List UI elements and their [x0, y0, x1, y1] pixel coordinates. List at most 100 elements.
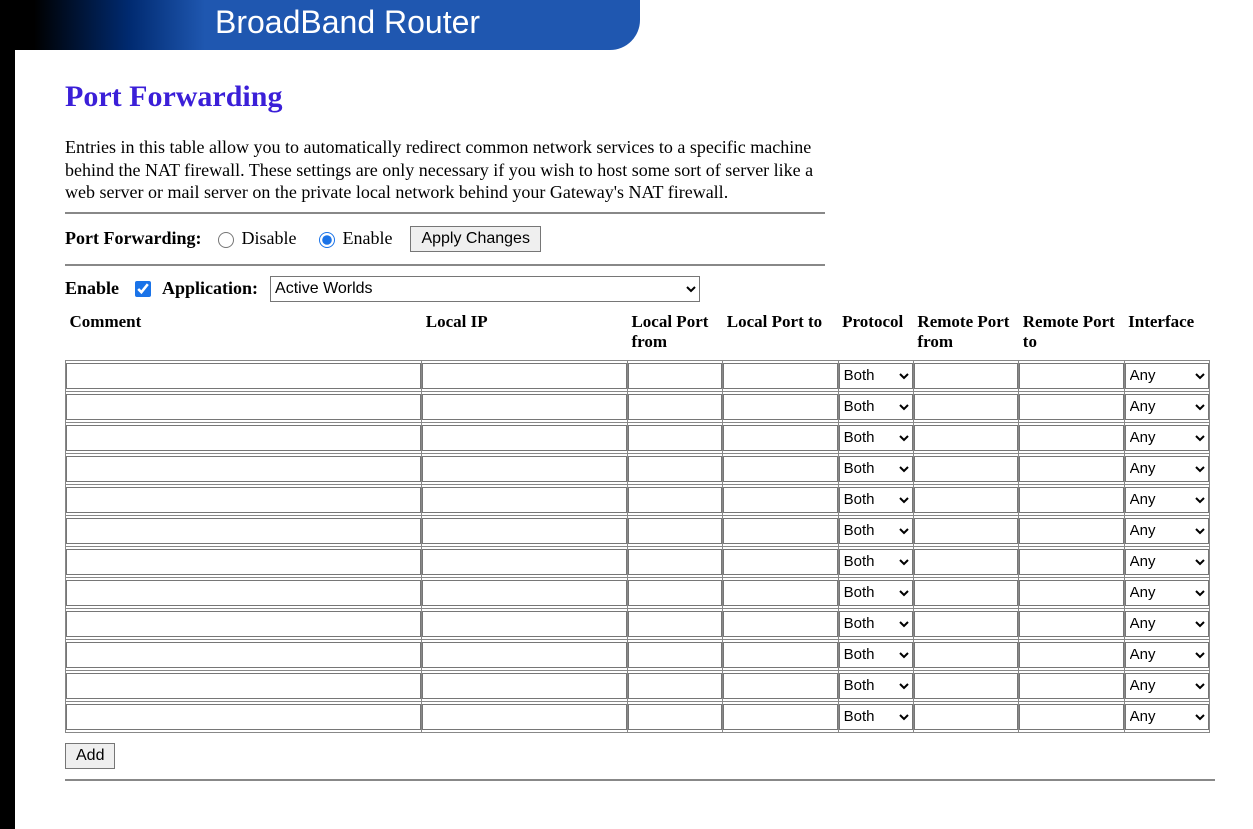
local-port-from-input[interactable]: [628, 518, 722, 544]
remote-port-from-input[interactable]: [914, 611, 1018, 637]
local-port-from-input[interactable]: [628, 549, 722, 575]
interface-select[interactable]: Any: [1125, 394, 1209, 420]
local-port-to-input[interactable]: [723, 487, 837, 513]
remote-port-to-input[interactable]: [1019, 673, 1123, 699]
local-ip-input[interactable]: [422, 425, 627, 451]
remote-port-from-input[interactable]: [914, 456, 1018, 482]
local-ip-input[interactable]: [422, 611, 627, 637]
interface-select[interactable]: Any: [1125, 487, 1209, 513]
local-ip-input[interactable]: [422, 642, 627, 668]
local-port-from-input[interactable]: [628, 673, 722, 699]
local-ip-input[interactable]: [422, 456, 627, 482]
comment-input[interactable]: [66, 549, 421, 575]
comment-input[interactable]: [66, 487, 421, 513]
protocol-select[interactable]: Both: [839, 704, 913, 730]
remote-port-to-input[interactable]: [1019, 487, 1123, 513]
local-port-from-input[interactable]: [628, 425, 722, 451]
local-port-to-input[interactable]: [723, 704, 837, 730]
local-port-to-input[interactable]: [723, 611, 837, 637]
remote-port-from-input[interactable]: [914, 642, 1018, 668]
comment-input[interactable]: [66, 518, 421, 544]
local-port-from-input[interactable]: [628, 394, 722, 420]
comment-input[interactable]: [66, 704, 421, 730]
local-ip-input[interactable]: [422, 394, 627, 420]
protocol-select[interactable]: Both: [839, 580, 913, 606]
protocol-select[interactable]: Both: [839, 456, 913, 482]
local-ip-input[interactable]: [422, 518, 627, 544]
local-port-to-input[interactable]: [723, 425, 837, 451]
interface-select[interactable]: Any: [1125, 456, 1209, 482]
local-ip-input[interactable]: [422, 549, 627, 575]
local-port-from-input[interactable]: [628, 704, 722, 730]
local-ip-input[interactable]: [422, 673, 627, 699]
remote-port-to-input[interactable]: [1019, 394, 1123, 420]
local-port-from-input[interactable]: [628, 456, 722, 482]
local-ip-input[interactable]: [422, 363, 627, 389]
remote-port-to-input[interactable]: [1019, 704, 1123, 730]
enable-radio-group[interactable]: Enable: [314, 228, 392, 249]
disable-radio[interactable]: [218, 232, 234, 248]
protocol-select[interactable]: Both: [839, 642, 913, 668]
remote-port-from-input[interactable]: [914, 673, 1018, 699]
comment-input[interactable]: [66, 642, 421, 668]
protocol-select[interactable]: Both: [839, 425, 913, 451]
remote-port-to-input[interactable]: [1019, 642, 1123, 668]
local-ip-input[interactable]: [422, 487, 627, 513]
remote-port-to-input[interactable]: [1019, 425, 1123, 451]
add-button[interactable]: Add: [65, 743, 115, 769]
interface-select[interactable]: Any: [1125, 518, 1209, 544]
remote-port-to-input[interactable]: [1019, 580, 1123, 606]
interface-select[interactable]: Any: [1125, 363, 1209, 389]
comment-input[interactable]: [66, 673, 421, 699]
comment-input[interactable]: [66, 394, 421, 420]
remote-port-from-input[interactable]: [914, 549, 1018, 575]
remote-port-from-input[interactable]: [914, 487, 1018, 513]
apply-changes-button[interactable]: Apply Changes: [410, 226, 541, 252]
enable-radio[interactable]: [319, 232, 335, 248]
interface-select[interactable]: Any: [1125, 673, 1209, 699]
protocol-select[interactable]: Both: [839, 487, 913, 513]
remote-port-to-input[interactable]: [1019, 363, 1123, 389]
local-port-from-input[interactable]: [628, 642, 722, 668]
interface-select[interactable]: Any: [1125, 580, 1209, 606]
enable-checkbox[interactable]: [135, 281, 151, 297]
remote-port-to-input[interactable]: [1019, 518, 1123, 544]
local-port-to-input[interactable]: [723, 363, 837, 389]
comment-input[interactable]: [66, 611, 421, 637]
local-port-to-input[interactable]: [723, 518, 837, 544]
interface-select[interactable]: Any: [1125, 425, 1209, 451]
remote-port-from-input[interactable]: [914, 363, 1018, 389]
local-port-from-input[interactable]: [628, 580, 722, 606]
protocol-select[interactable]: Both: [839, 549, 913, 575]
remote-port-from-input[interactable]: [914, 518, 1018, 544]
protocol-select[interactable]: Both: [839, 518, 913, 544]
local-port-to-input[interactable]: [723, 549, 837, 575]
protocol-select[interactable]: Both: [839, 363, 913, 389]
local-port-to-input[interactable]: [723, 394, 837, 420]
local-port-from-input[interactable]: [628, 363, 722, 389]
local-port-to-input[interactable]: [723, 456, 837, 482]
disable-radio-group[interactable]: Disable: [213, 228, 296, 249]
remote-port-from-input[interactable]: [914, 580, 1018, 606]
local-ip-input[interactable]: [422, 704, 627, 730]
protocol-select[interactable]: Both: [839, 394, 913, 420]
application-select[interactable]: Active Worlds: [270, 276, 700, 302]
local-port-from-input[interactable]: [628, 611, 722, 637]
remote-port-to-input[interactable]: [1019, 549, 1123, 575]
comment-input[interactable]: [66, 456, 421, 482]
local-port-from-input[interactable]: [628, 487, 722, 513]
remote-port-to-input[interactable]: [1019, 611, 1123, 637]
protocol-select[interactable]: Both: [839, 673, 913, 699]
interface-select[interactable]: Any: [1125, 611, 1209, 637]
local-ip-input[interactable]: [422, 580, 627, 606]
remote-port-to-input[interactable]: [1019, 456, 1123, 482]
interface-select[interactable]: Any: [1125, 642, 1209, 668]
comment-input[interactable]: [66, 425, 421, 451]
remote-port-from-input[interactable]: [914, 704, 1018, 730]
protocol-select[interactable]: Both: [839, 611, 913, 637]
interface-select[interactable]: Any: [1125, 704, 1209, 730]
comment-input[interactable]: [66, 580, 421, 606]
local-port-to-input[interactable]: [723, 642, 837, 668]
remote-port-from-input[interactable]: [914, 394, 1018, 420]
comment-input[interactable]: [66, 363, 421, 389]
